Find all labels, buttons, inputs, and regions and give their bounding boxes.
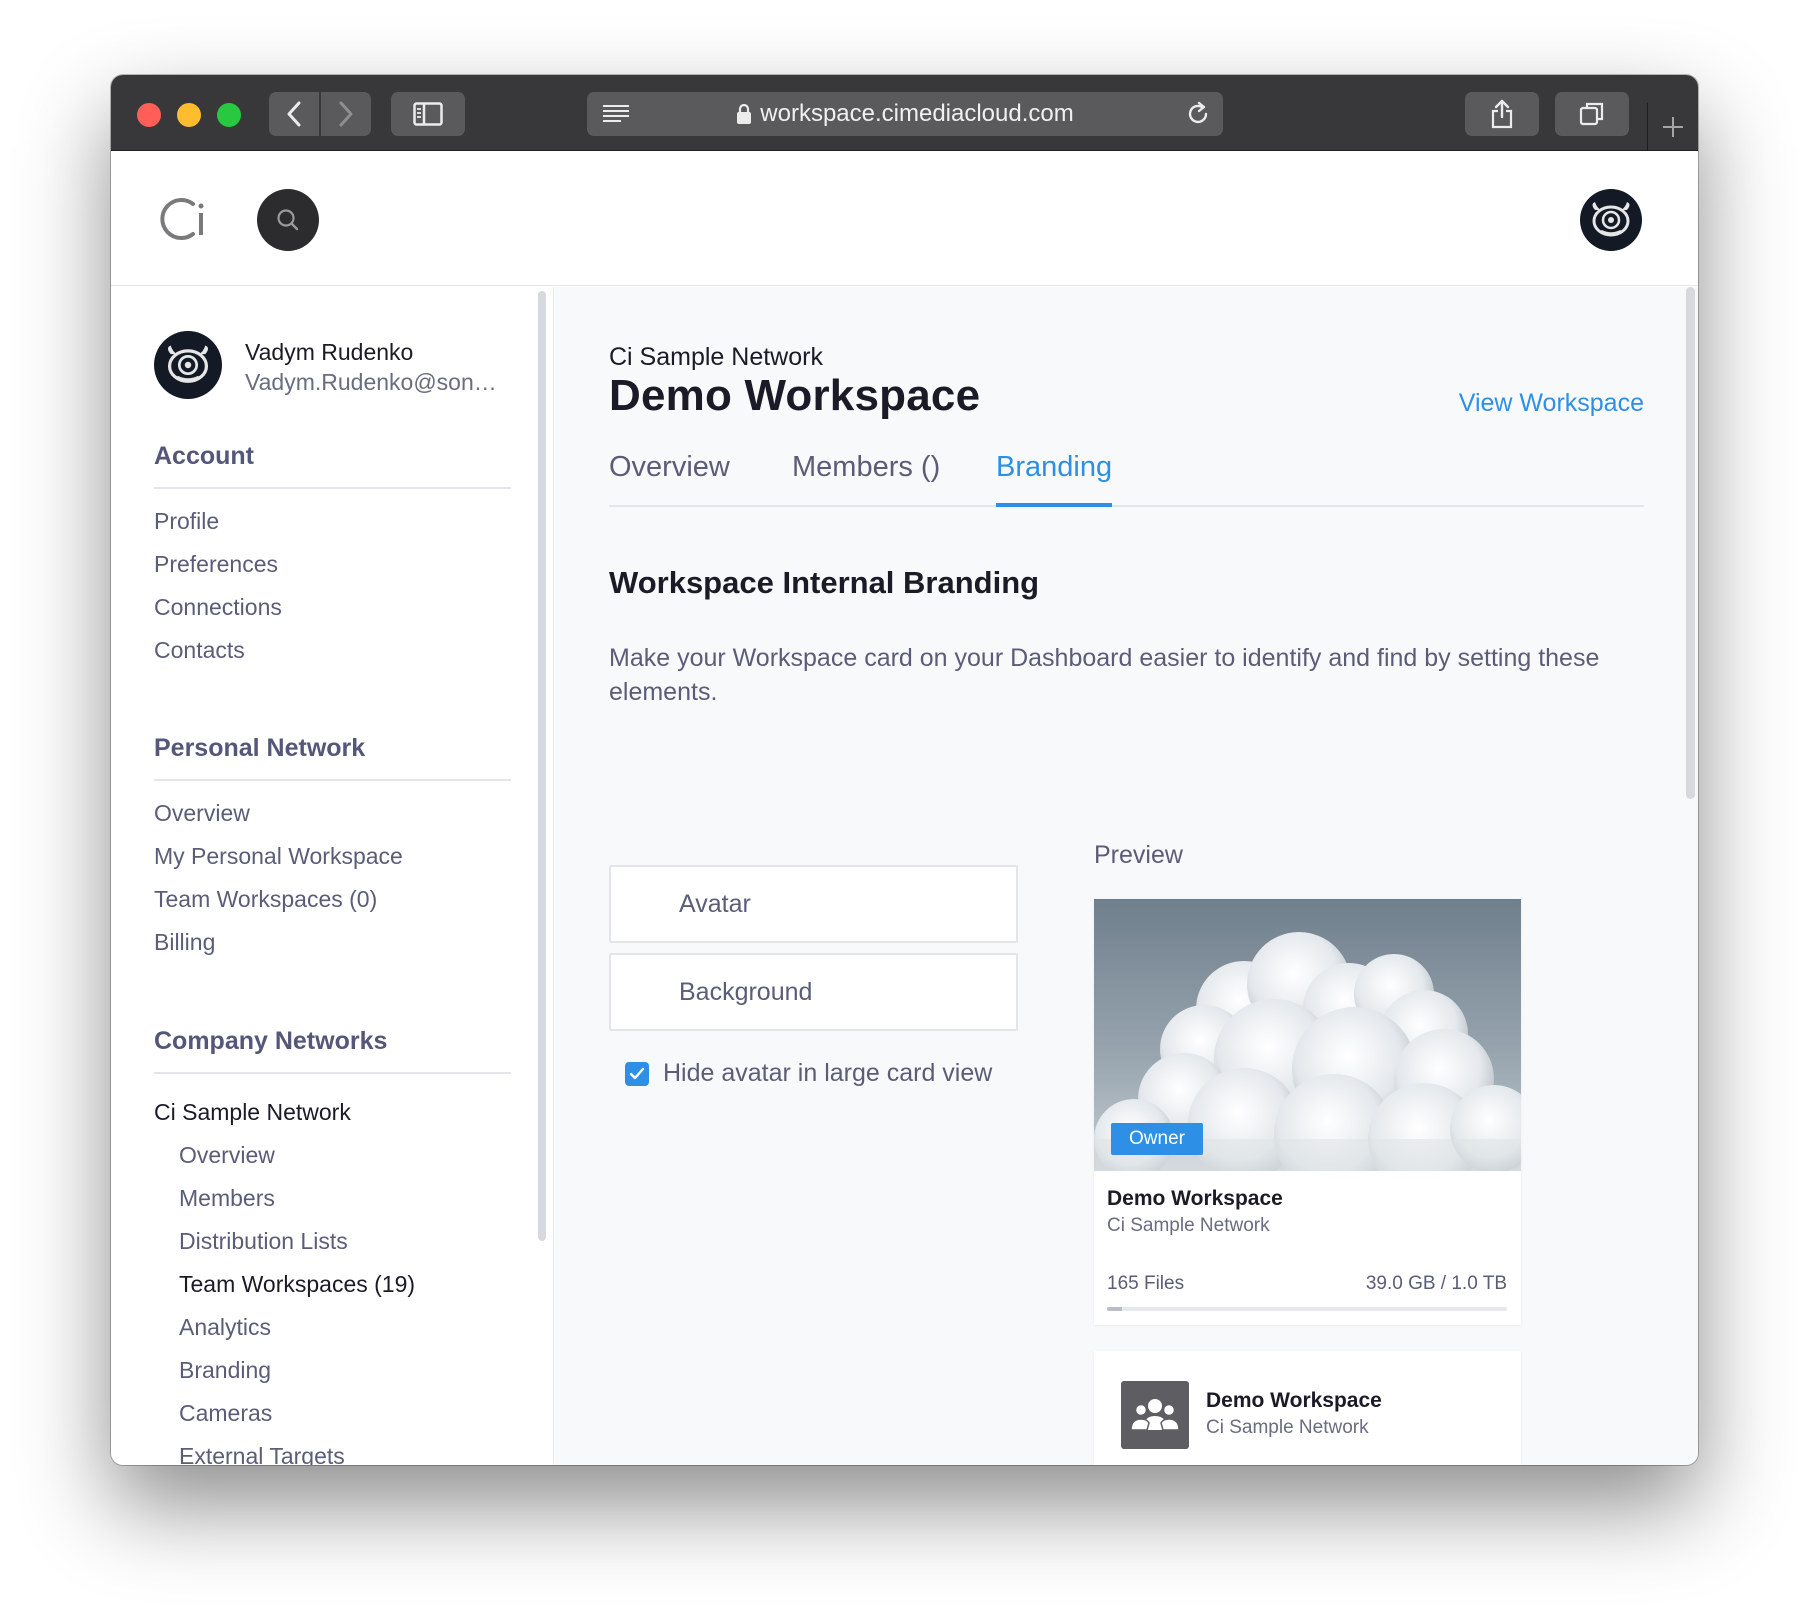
team-icon	[1130, 1399, 1180, 1431]
user-name: Vadym Rudenko	[245, 339, 414, 365]
card-file-count: 165 Files	[1107, 1273, 1185, 1294]
zoom-window-button[interactable]	[217, 103, 241, 127]
app-header	[111, 151, 1698, 286]
background-upload-button[interactable]: Background	[609, 953, 1018, 1031]
user-menu-avatar[interactable]	[1580, 189, 1642, 251]
sidebar-item-preferences[interactable]: Preferences	[154, 550, 511, 593]
preview-label: Preview	[1094, 841, 1183, 869]
sidebar-item-network-overview[interactable]: Overview	[154, 1141, 511, 1184]
branding-section-title: Workspace Internal Branding	[609, 565, 1040, 600]
card-subtitle: Ci Sample Network	[1107, 1215, 1270, 1236]
sidebar-item-team-workspaces[interactable]: Team Workspaces (19)	[154, 1270, 511, 1313]
monster-avatar-icon	[167, 345, 209, 383]
reload-icon[interactable]	[1185, 101, 1211, 127]
chevron-right-icon	[339, 101, 353, 127]
company-networks-nav: Ci Sample Network Overview Members Distr…	[154, 1098, 511, 1465]
workspace-tabs: Overview Members () Branding	[609, 451, 1644, 507]
sidebar-item-personal-team-workspaces[interactable]: Team Workspaces (0)	[154, 885, 511, 928]
close-window-button[interactable]	[137, 103, 161, 127]
hide-avatar-option: Hide avatar in large card view	[625, 1059, 992, 1088]
hide-avatar-label[interactable]: Hide avatar in large card view	[663, 1059, 992, 1088]
branding-description: Make your Workspace card on your Dashboa…	[609, 644, 1600, 706]
page-title: Demo Workspace	[609, 371, 981, 420]
view-workspace-link[interactable]: View Workspace	[1459, 389, 1644, 418]
sidebar-item-members[interactable]: Members	[154, 1184, 511, 1227]
storage-progress-bar	[1107, 1307, 1507, 1311]
monster-avatar-icon	[1592, 202, 1630, 237]
sidebar-item-analytics[interactable]: Analytics	[154, 1313, 511, 1356]
forward-button[interactable]	[321, 92, 371, 136]
browser-window: workspace.cimediacloud.com Vadym Rudenko…	[111, 75, 1698, 1465]
tab-members[interactable]: Members ()	[792, 451, 940, 507]
owner-badge: Owner	[1111, 1123, 1203, 1155]
account-section: Account Profile Preferences Connections …	[154, 442, 511, 679]
sidebar-item-connections[interactable]: Connections	[154, 593, 511, 636]
tab-overview[interactable]: Overview	[609, 451, 730, 507]
storage-progress-fill	[1107, 1307, 1123, 1311]
url-display: workspace.cimediacloud.com	[587, 92, 1223, 136]
preview-small-card[interactable]: Demo Workspace Ci Sample Network	[1094, 1351, 1521, 1465]
user-avatar	[154, 331, 222, 399]
search-button[interactable]	[257, 189, 319, 251]
workspace-network-name: Ci Sample Network	[609, 343, 823, 371]
share-button[interactable]	[1465, 92, 1539, 136]
account-nav: Profile Preferences Connections Contacts	[154, 507, 511, 679]
account-heading: Account	[154, 442, 511, 489]
user-email: Vadym.Rudenko@sony....	[245, 369, 505, 395]
sidebar-icon	[413, 102, 443, 126]
sidebar-item-my-personal-workspace[interactable]: My Personal Workspace	[154, 842, 511, 885]
hide-avatar-checkbox[interactable]	[625, 1061, 649, 1086]
ci-logo-icon[interactable]	[159, 196, 209, 242]
workspace-avatar	[1121, 1381, 1189, 1449]
tab-branding[interactable]: Branding	[996, 451, 1113, 507]
card-storage-usage: 39.0 GB / 1.0 TB	[1365, 1273, 1507, 1294]
address-bar[interactable]: workspace.cimediacloud.com	[587, 92, 1223, 136]
sidebar-scrollbar[interactable]	[538, 291, 546, 1241]
minimize-window-button[interactable]	[177, 103, 201, 127]
sidebar-item-ci-sample-network[interactable]: Ci Sample Network	[154, 1098, 511, 1141]
sidebar-item-cameras[interactable]: Cameras	[154, 1399, 511, 1442]
personal-network-heading: Personal Network	[154, 734, 511, 781]
checkmark-icon	[629, 1067, 645, 1079]
avatar-upload-button[interactable]: Avatar	[609, 865, 1018, 943]
chevron-left-icon	[287, 101, 301, 127]
back-button[interactable]	[269, 92, 319, 136]
url-text: workspace.cimediacloud.com	[760, 100, 1074, 127]
tabs-overview-icon	[1579, 102, 1604, 126]
show-tabs-button[interactable]	[1555, 92, 1629, 136]
sidebar-item-profile[interactable]: Profile	[154, 507, 511, 550]
search-icon	[277, 209, 299, 231]
browser-toolbar: workspace.cimediacloud.com	[111, 75, 1698, 151]
sidebar-item-branding[interactable]: Branding	[154, 1356, 511, 1399]
card-title: Demo Workspace	[1107, 1187, 1283, 1210]
sidebar-item-billing[interactable]: Billing	[154, 928, 511, 971]
small-card-title: Demo Workspace	[1206, 1389, 1382, 1412]
company-networks-heading: Company Networks	[154, 1027, 511, 1074]
preview-large-card[interactable]: Owner Demo Workspace Ci Sample Network 1…	[1094, 899, 1521, 1325]
plus-icon	[1663, 117, 1683, 137]
main-scrollbar[interactable]	[1686, 287, 1695, 799]
personal-network-section: Personal Network Overview My Personal Wo…	[154, 734, 511, 971]
sidebar-item-personal-overview[interactable]: Overview	[154, 799, 511, 842]
lock-icon	[737, 103, 752, 124]
small-card-subtitle: Ci Sample Network	[1206, 1417, 1369, 1438]
sidebar-item-external-targets[interactable]: External Targets	[154, 1442, 511, 1465]
sidebar-item-contacts[interactable]: Contacts	[154, 636, 511, 679]
company-networks-section: Company Networks Ci Sample Network Overv…	[154, 1027, 511, 1465]
share-icon	[1491, 99, 1513, 129]
new-tab-button[interactable]	[1647, 103, 1698, 151]
personal-network-nav: Overview My Personal Workspace Team Work…	[154, 799, 511, 971]
main-content: Ci Sample Network Demo Workspace View Wo…	[555, 287, 1698, 1465]
sidebar-toggle-button[interactable]	[391, 92, 465, 136]
settings-sidebar: Vadym Rudenko Vadym.Rudenko@sony.... Acc…	[111, 287, 554, 1465]
sidebar-item-distribution-lists[interactable]: Distribution Lists	[154, 1227, 511, 1270]
